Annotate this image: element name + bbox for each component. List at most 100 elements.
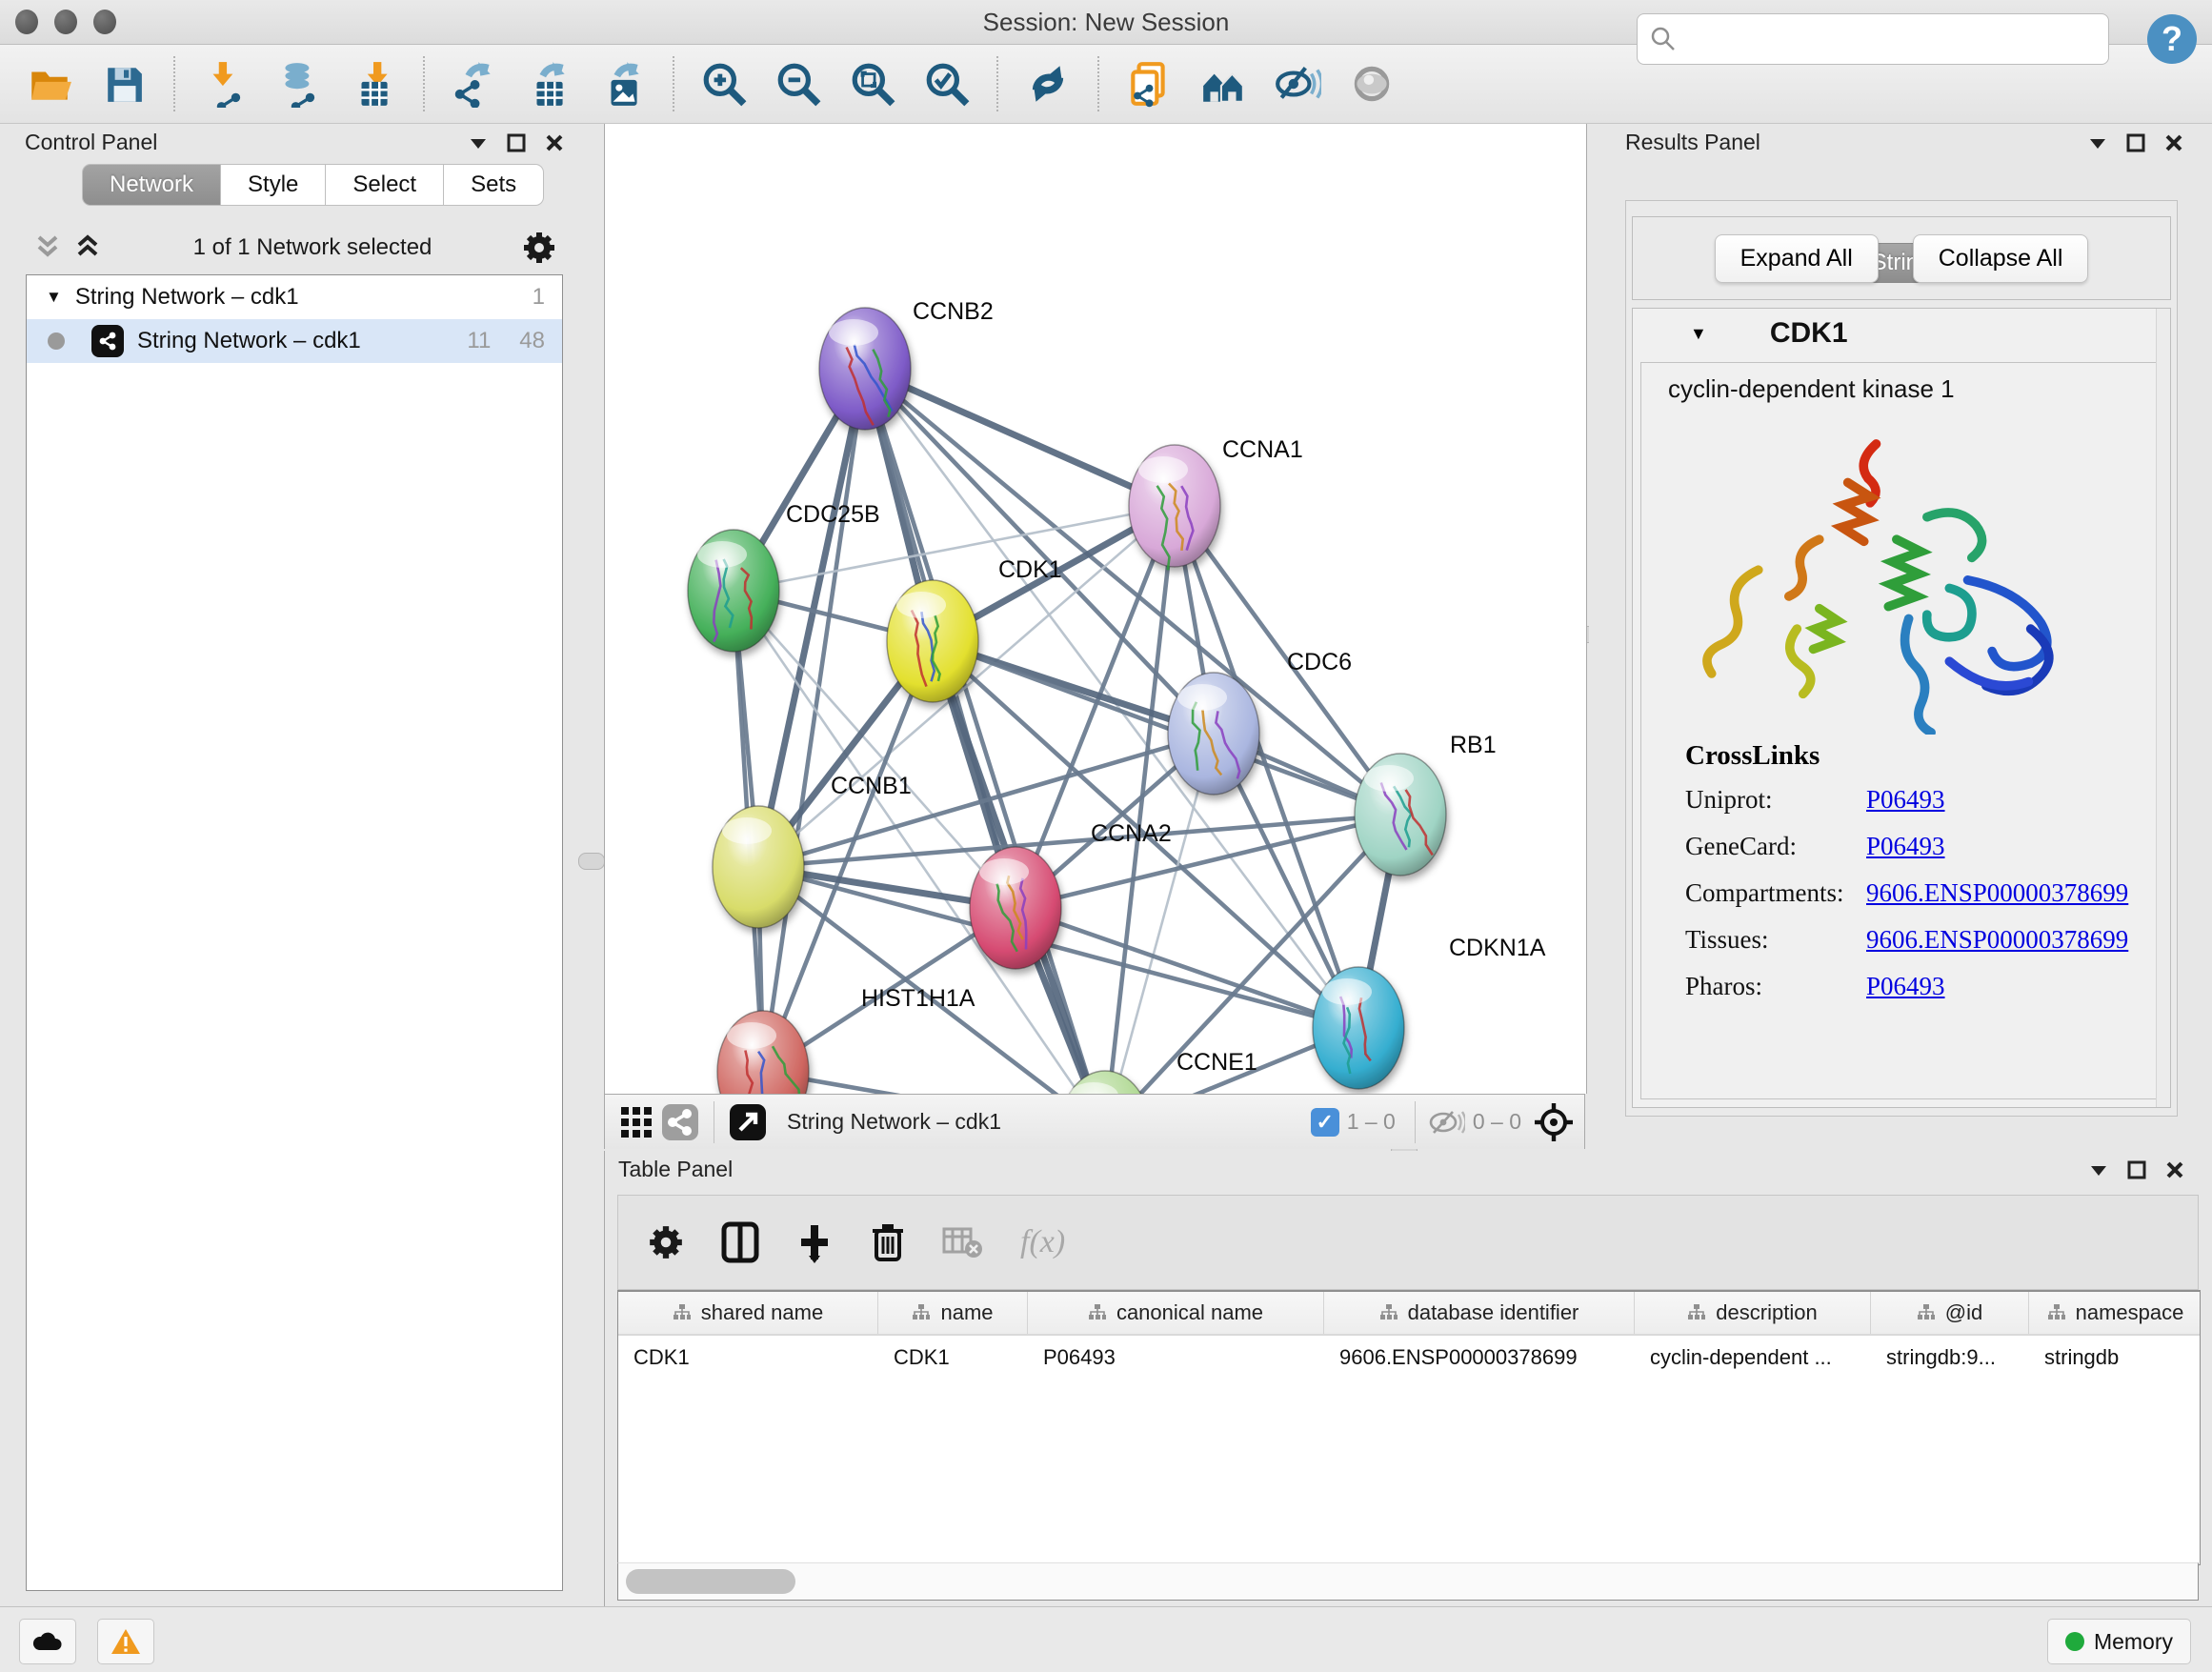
zoom-check-icon[interactable]	[922, 59, 972, 109]
node-gloss	[1138, 456, 1188, 483]
panel-menu-icon[interactable]	[2088, 136, 2107, 150]
node-RB1[interactable]: RB1	[1355, 732, 1497, 876]
crosslink-label: Tissues:	[1685, 925, 1866, 955]
table-cell[interactable]: stringdb	[2029, 1345, 2201, 1370]
table-row[interactable]: CDK1CDK1P064939606.ENSP00000378699cyclin…	[618, 1336, 2200, 1380]
refresh-icon[interactable]	[1023, 59, 1073, 109]
network-row[interactable]: String Network – cdk1 11 48	[27, 319, 562, 363]
table-cell[interactable]: 9606.ENSP00000378699	[1324, 1345, 1635, 1370]
panel-close-icon[interactable]	[2164, 133, 2183, 152]
save-icon[interactable]	[99, 59, 149, 109]
column-header-canonical-name[interactable]: canonical name	[1028, 1292, 1324, 1334]
add-column-icon[interactable]	[795, 1221, 834, 1263]
table-settings-gear-icon[interactable]	[647, 1223, 685, 1261]
column-header-name[interactable]: name	[878, 1292, 1028, 1334]
zoom-in-icon[interactable]	[699, 59, 749, 109]
table-cell[interactable]: CDK1	[618, 1345, 878, 1370]
node-CCNA1[interactable]: CCNA1	[1129, 436, 1303, 570]
table-toolbar: f(x)	[617, 1195, 2199, 1290]
node-CDC6[interactable]: CDC6	[1168, 649, 1352, 795]
panel-float-icon[interactable]	[2126, 133, 2145, 152]
export-table-icon[interactable]	[524, 59, 573, 109]
expand-all-button[interactable]: Expand All	[1715, 234, 1879, 283]
results-panel: Results Panel String Expand All Collapse…	[1589, 124, 2212, 1151]
collapse-all-button[interactable]: Collapse All	[1913, 234, 2089, 283]
table-cell[interactable]: P06493	[1028, 1345, 1324, 1370]
birdseye-grid-icon[interactable]	[614, 1098, 658, 1147]
table-cell[interactable]: CDK1	[878, 1345, 1028, 1370]
import-table-icon[interactable]	[349, 59, 398, 109]
cloud-button[interactable]	[19, 1619, 76, 1664]
tab-network[interactable]: Network	[82, 164, 221, 206]
network-selection-status: 1 of 1 Network selected	[104, 234, 521, 261]
panel-close-icon[interactable]	[545, 133, 564, 152]
fit-content-crosshair-icon[interactable]	[1529, 1098, 1579, 1147]
export-network-icon[interactable]	[450, 59, 499, 109]
panel-float-icon[interactable]	[507, 133, 526, 152]
column-header-database-identifier[interactable]: database identifier	[1324, 1292, 1635, 1334]
crosslink-link[interactable]: P06493	[1866, 785, 1945, 815]
tab-style[interactable]: Style	[221, 164, 326, 206]
network-canvas[interactable]: CCNB2CCNA1CDC25BCDK1CDC6RB1CCNB1CCNA2CDK…	[604, 124, 1587, 1094]
network-options-gear-icon[interactable]	[521, 230, 557, 266]
import-network-icon[interactable]	[200, 59, 250, 109]
panel-close-icon[interactable]	[2165, 1160, 2184, 1179]
node-HIST1H1A[interactable]: HIST1H1A	[717, 985, 975, 1094]
string-share-icon[interactable]	[658, 1098, 702, 1147]
table-cell[interactable]: stringdb:9...	[1871, 1345, 2029, 1370]
doc-share-icon[interactable]	[1124, 59, 1174, 109]
node-label-CCNE1: CCNE1	[1176, 1049, 1257, 1076]
results-scrollbar[interactable]	[2156, 309, 2170, 1107]
collection-disclosure-icon[interactable]: ▼	[46, 288, 62, 307]
import-database-icon[interactable]	[274, 59, 324, 109]
node-CCNE1[interactable]: CCNE1	[1059, 1049, 1257, 1094]
open-icon[interactable]	[25, 59, 74, 109]
warnings-button[interactable]	[97, 1619, 154, 1664]
node-label-CCNA2: CCNA2	[1091, 820, 1172, 847]
table-hscrollbar[interactable]	[617, 1562, 2199, 1601]
node-label-HIST1H1A: HIST1H1A	[861, 985, 975, 1012]
tab-sets[interactable]: Sets	[444, 164, 544, 206]
panel-menu-icon[interactable]	[2089, 1163, 2108, 1177]
warning-icon	[110, 1627, 142, 1656]
memory-button[interactable]: Memory	[2047, 1619, 2191, 1664]
selected-checkbox-icon[interactable]: ✓	[1311, 1108, 1339, 1137]
edge-CCNB2-CCNA1[interactable]	[865, 369, 1175, 506]
network-collection-row[interactable]: ▼ String Network – cdk1 1	[27, 275, 562, 319]
node-gloss	[979, 858, 1029, 885]
gene-description: cyclin-dependent kinase 1	[1668, 374, 2162, 404]
node-CDC25B[interactable]: CDC25B	[688, 501, 880, 652]
table-cell[interactable]: cyclin-dependent ...	[1635, 1345, 1871, 1370]
crosslink-label: GeneCard:	[1685, 832, 1866, 861]
gene-disclosure-icon[interactable]: ▼	[1690, 324, 1707, 344]
crosslink-link[interactable]: 9606.ENSP00000378699	[1866, 925, 2128, 955]
show-columns-icon[interactable]	[721, 1221, 759, 1263]
crosslink-row: GeneCard:P06493	[1685, 832, 2128, 861]
export-image-icon[interactable]	[598, 59, 648, 109]
open-in-window-icon[interactable]	[726, 1098, 770, 1147]
column-header-@id[interactable]: @id	[1871, 1292, 2029, 1334]
houses-icon[interactable]	[1198, 59, 1248, 109]
tab-select[interactable]: Select	[326, 164, 444, 206]
search-input[interactable]	[1637, 13, 2109, 65]
delete-column-trash-icon[interactable]	[870, 1221, 906, 1263]
crosslink-link[interactable]: P06493	[1866, 972, 1945, 1001]
panel-menu-icon[interactable]	[469, 136, 488, 150]
zoom-out-icon[interactable]	[774, 59, 823, 109]
collapse-all-icon[interactable]	[31, 232, 64, 264]
crosslink-link[interactable]: 9606.ENSP00000378699	[1866, 878, 2128, 908]
help-button[interactable]: ?	[2145, 12, 2199, 71]
left-splitter-handle[interactable]	[578, 853, 605, 870]
node-label-CCNB2: CCNB2	[913, 298, 994, 325]
node-CDKN1A[interactable]: CDKN1A	[1313, 935, 1546, 1089]
zoom-fit-icon[interactable]	[848, 59, 897, 109]
column-header-namespace[interactable]: namespace	[2029, 1292, 2201, 1334]
crosslink-link[interactable]: P06493	[1866, 832, 1945, 861]
eye-slash-icon[interactable]	[1273, 59, 1322, 109]
column-header-description[interactable]: description	[1635, 1292, 1871, 1334]
crosslink-row: Pharos:P06493	[1685, 972, 2128, 1001]
node-table[interactable]: shared namenamecanonical namedatabase id…	[617, 1290, 2201, 1565]
panel-float-icon[interactable]	[2127, 1160, 2146, 1179]
expand-all-icon[interactable]	[71, 232, 104, 264]
column-header-shared-name[interactable]: shared name	[618, 1292, 878, 1334]
